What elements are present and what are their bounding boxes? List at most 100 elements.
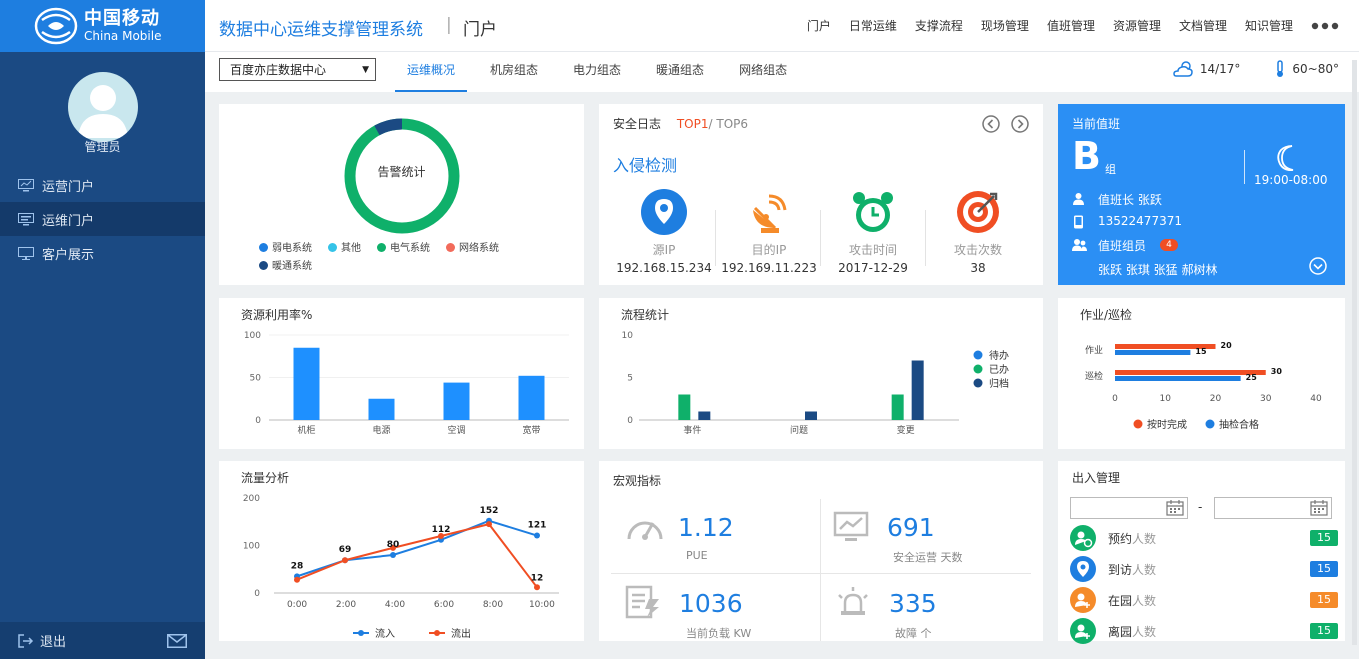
macro-metrics-card: 宏观指标 1.12 PUE 691 安全运营 天数 1036 当前负载 KW 3… (599, 461, 1043, 641)
logout-button[interactable]: 退出 (18, 631, 66, 650)
bar (891, 394, 904, 420)
metric-load: 1036 当前负载 KW (613, 579, 823, 649)
series-line (296, 522, 538, 588)
nav-site-mgmt[interactable]: 现场管理 (981, 17, 1029, 34)
user-role: 管理员 (84, 140, 121, 154)
logout-icon (18, 633, 34, 648)
x-tick-label: 空调 (447, 424, 465, 436)
y-tick-label: 50 (250, 374, 262, 384)
divider (715, 210, 716, 266)
duty-group: B (1072, 134, 1101, 178)
divider (925, 210, 926, 266)
header: 数据中心运维支撑管理系统 | 门户 门户 日常运维 支撑流程 现场管理 值班管理… (205, 0, 1359, 52)
end-date-input[interactable] (1214, 497, 1332, 519)
dest-ip-value: 192.169.11.223 (721, 261, 817, 275)
inout-label: 预约人数 (1108, 531, 1157, 546)
inspection-bar-chart: 作业 20 15 巡检 30 25 0 10 20 30 40 按时完成 抽检合格 (1085, 341, 1322, 431)
sidebar-item-customer-display[interactable]: 客户展示 (0, 236, 205, 270)
legend-label: 流入 (375, 627, 395, 640)
security-title-row: 安全日志 TOP1/ TOP6 (613, 115, 748, 132)
metric-faults-value: 335 (889, 589, 937, 618)
bar (1115, 376, 1241, 381)
bar (1115, 350, 1191, 355)
data-label: 112 (432, 525, 451, 535)
current-duty-card: 当前值班 B 组 19:00-08:00 值班长 张跃 13522477371 … (1058, 104, 1345, 285)
y-tick-label: 5 (627, 374, 633, 384)
bar-value-label: 30 (1271, 367, 1283, 376)
calendar-icon[interactable] (1310, 500, 1328, 516)
security-log-card: 安全日志 TOP1/ TOP6 入侵检测 源IP 192.168.15.234 … (599, 104, 1043, 285)
legend-dot (1133, 419, 1143, 429)
nav-duty-mgmt[interactable]: 值班管理 (1047, 17, 1095, 34)
y-tick-label: 200 (243, 494, 260, 504)
gauge-icon (627, 521, 663, 540)
tab-room-config[interactable]: 机房组态 (478, 52, 550, 92)
nav-resource-mgmt[interactable]: 资源管理 (1113, 17, 1161, 34)
datacenter-select[interactable]: 百度亦庄数据中心 ▼ (219, 58, 376, 81)
moon-icon (1277, 145, 1294, 172)
tab-network-config[interactable]: 网络组态 (727, 52, 799, 92)
brand-logo[interactable]: 中国移动 China Mobile (0, 0, 205, 52)
data-label: 28 (291, 561, 304, 571)
inout-label: 在园人数 (1108, 593, 1157, 608)
tab-hvac-config[interactable]: 暖通组态 (644, 52, 716, 92)
attack-time-item: 攻击时间 2017-12-29 (821, 188, 925, 275)
expand-chevron-icon[interactable] (1309, 257, 1327, 275)
tab-power-config[interactable]: 电力组态 (561, 52, 633, 92)
phone-icon (1074, 215, 1083, 229)
y-tick-label: 0 (627, 416, 633, 426)
sidebar-item-ops-portal[interactable]: 运营门户 (0, 168, 205, 202)
china-mobile-logo-icon (34, 7, 78, 45)
top6-tab[interactable]: TOP6 (716, 117, 748, 131)
x-tick-label: 0:00 (287, 600, 307, 610)
weather-cloud-sun-icon (1173, 61, 1193, 77)
data-point (486, 521, 492, 528)
logout-label: 退出 (40, 635, 67, 650)
legend-dot (973, 378, 983, 388)
nav-daily-ops[interactable]: 日常运维 (849, 17, 897, 34)
x-tick-label: 8:00 (483, 600, 503, 610)
avatar[interactable] (68, 72, 138, 142)
y-tick-label: 0 (254, 589, 260, 599)
nav-portal[interactable]: 门户 (807, 17, 831, 34)
legend-label: 按时完成 (1147, 418, 1187, 431)
weather-temp: 14/17° (1199, 62, 1241, 76)
nav-knowledge-mgmt[interactable]: 知识管理 (1245, 17, 1293, 34)
data-point (342, 557, 348, 564)
legend-dot (358, 630, 364, 636)
metric-pue-label: PUE (686, 549, 708, 562)
bar (911, 360, 924, 420)
bar (518, 375, 545, 420)
sidebar-item-maint-portal[interactable]: 运维门户 (0, 202, 205, 236)
prev-arrow-icon[interactable] (982, 115, 1000, 133)
metric-pue: 1.12 PUE (613, 503, 823, 573)
bar (293, 347, 320, 420)
process-stats-card: 流程统计 10 5 0 事件 问题 变更 待办 已办 归档 (599, 298, 1043, 449)
metric-faults: 335 故障 个 (825, 579, 1035, 649)
group-icon (1072, 239, 1087, 251)
legend-item: 弱电系统 (259, 239, 312, 254)
mail-icon[interactable] (167, 633, 187, 648)
alarm-clock-icon (853, 192, 893, 232)
bar (678, 394, 691, 420)
tab-ops-overview[interactable]: 运维概况 (395, 52, 468, 92)
nav-doc-mgmt[interactable]: 文档管理 (1179, 17, 1227, 34)
bar (805, 411, 817, 420)
legend-item: 暖通系统 (259, 257, 312, 272)
y-tick-label: 100 (244, 331, 261, 341)
date-range-separator: - (1198, 500, 1203, 514)
top1-tab[interactable]: TOP1 (677, 117, 709, 131)
dest-ip-item: 目的IP 192.169.11.223 (717, 188, 821, 275)
more-icon[interactable] (1311, 22, 1339, 30)
scrollbar[interactable] (1352, 60, 1357, 645)
duty-title: 当前值班 (1072, 117, 1121, 131)
start-date-input[interactable] (1070, 497, 1188, 519)
calendar-icon[interactable] (1166, 500, 1184, 516)
nav-support-flow[interactable]: 支撑流程 (915, 17, 963, 34)
metric-load-value: 1036 (679, 589, 743, 618)
next-arrow-icon[interactable] (1011, 115, 1029, 133)
page-title: 门户 (463, 20, 497, 40)
brand-cn: 中国移动 (84, 8, 160, 29)
attack-count-label: 攻击次数 (953, 243, 1002, 257)
inout-label: 到访人数 (1108, 562, 1157, 577)
